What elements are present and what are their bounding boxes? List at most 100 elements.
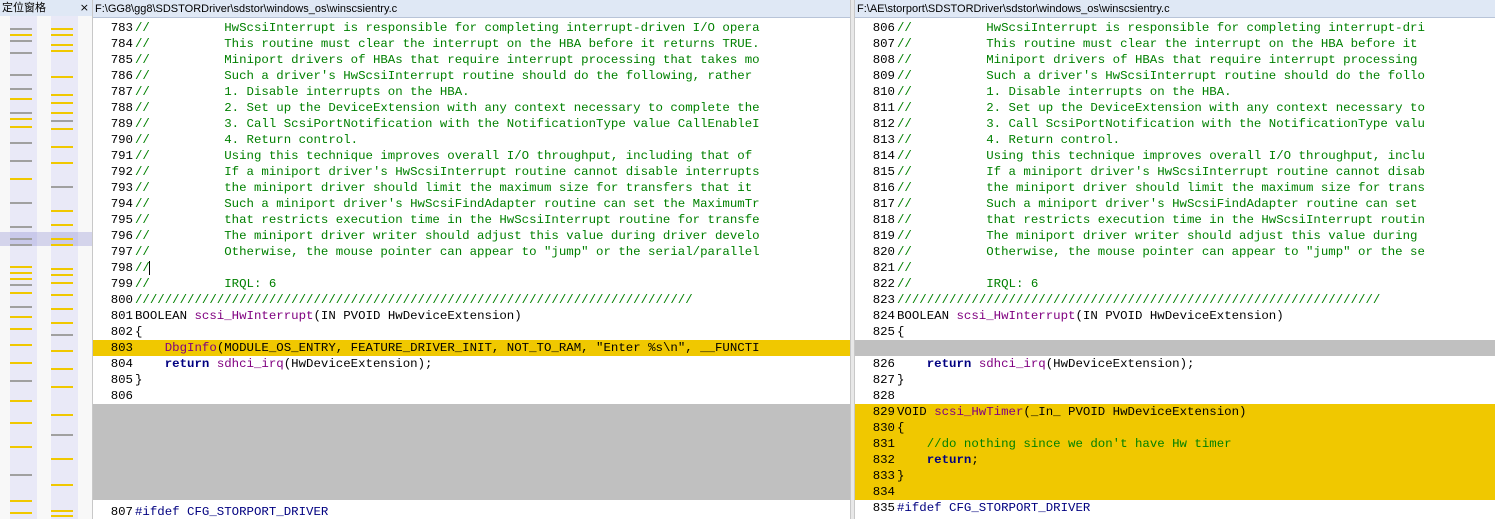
diff-marker[interactable]	[10, 344, 32, 346]
code-line[interactable]: 812// 3. Call ScsiPortNotification with …	[855, 116, 1495, 132]
diff-marker[interactable]	[10, 500, 32, 502]
diff-marker[interactable]	[51, 28, 73, 30]
code-line[interactable]: 819// The miniport driver writer should …	[855, 228, 1495, 244]
code-line[interactable]: 821//	[855, 260, 1495, 276]
code-line[interactable]: 792// If a miniport driver's HwScsiInter…	[93, 164, 850, 180]
diff-marker[interactable]	[51, 146, 73, 148]
code-line[interactable]: 815// If a miniport driver's HwScsiInter…	[855, 164, 1495, 180]
code-line[interactable]: 817// Such a miniport driver's HwScsiFin…	[855, 196, 1495, 212]
code-line[interactable]: 828	[855, 388, 1495, 404]
code-line[interactable]: 813// 4. Return control.	[855, 132, 1495, 148]
diff-marker[interactable]	[10, 512, 32, 514]
code-line[interactable]: 786// Such a driver's HwScsiInterrupt ro…	[93, 68, 850, 84]
diff-marker[interactable]	[51, 322, 73, 324]
code-line[interactable]: 829 VOID scsi_HwTimer(_In_ PVOID HwDevice…	[855, 404, 1495, 420]
diff-marker[interactable]	[51, 268, 73, 270]
diff-marker[interactable]	[51, 282, 73, 284]
code-line[interactable]: 810// 1. Disable interrupts on the HBA.	[855, 84, 1495, 100]
diff-marker[interactable]	[10, 446, 32, 448]
code-line[interactable]: 809// Such a driver's HwScsiInterrupt ro…	[855, 68, 1495, 84]
code-line[interactable]: 784// This routine must clear the interr…	[93, 36, 850, 52]
diff-marker[interactable]	[51, 94, 73, 96]
right-compare-pane[interactable]: F:\AE\storport\SDSTORDriver\sdstor\windo…	[855, 0, 1495, 519]
code-line[interactable]: 800/////////////////////////////////////…	[93, 292, 850, 308]
diff-marker[interactable]	[10, 160, 32, 162]
diff-marker[interactable]	[10, 316, 32, 318]
diff-marker[interactable]	[51, 50, 73, 52]
code-line[interactable]: 799// IRQL: 6	[93, 276, 850, 292]
diff-marker[interactable]	[51, 112, 73, 114]
diff-marker[interactable]	[51, 414, 73, 416]
code-line[interactable]: 801 BOOLEAN scsi_HwInterrupt(IN PVOID HwD…	[93, 308, 850, 324]
diff-marker[interactable]	[10, 272, 32, 274]
code-line[interactable]: 832 return;	[855, 452, 1495, 468]
code-line[interactable]: 814// Using this technique improves over…	[855, 148, 1495, 164]
diff-marker[interactable]	[10, 278, 32, 280]
diff-marker[interactable]	[51, 368, 73, 370]
diff-marker[interactable]	[51, 458, 73, 460]
diff-marker[interactable]	[10, 422, 32, 424]
diff-marker[interactable]	[10, 238, 32, 240]
diff-marker[interactable]	[10, 40, 32, 42]
left-code-view[interactable]: 783// HwScsiInterrupt is responsible for…	[93, 20, 850, 519]
code-line[interactable]: 806	[93, 388, 850, 404]
code-line[interactable]: 795// that restricts execution time in t…	[93, 212, 850, 228]
code-line[interactable]: 807// This routine must clear the interr…	[855, 36, 1495, 52]
diff-marker[interactable]	[10, 112, 32, 114]
diff-marker[interactable]	[51, 484, 73, 486]
right-code-view[interactable]: 806// HwScsiInterrupt is responsible for…	[855, 20, 1495, 516]
diff-marker[interactable]	[10, 380, 32, 382]
diff-marker[interactable]	[10, 292, 32, 294]
code-line[interactable]: 835 #ifdef CFG_STORPORT_DRIVER	[855, 500, 1495, 516]
close-icon[interactable]: ×	[80, 0, 89, 16]
code-line[interactable]: 820// Otherwise, the mouse pointer can a…	[855, 244, 1495, 260]
code-line[interactable]: 802{	[93, 324, 850, 340]
diff-marker[interactable]	[51, 128, 73, 130]
diff-marker[interactable]	[10, 98, 32, 100]
diff-marker[interactable]	[51, 308, 73, 310]
diff-marker[interactable]	[51, 224, 73, 226]
location-pane[interactable]: 定位窗格 ×	[0, 0, 93, 519]
code-line[interactable]	[855, 340, 1495, 356]
diff-marker[interactable]	[51, 44, 73, 46]
diff-marker[interactable]	[51, 510, 73, 512]
code-line[interactable]: 830{	[855, 420, 1495, 436]
diff-marker[interactable]	[51, 294, 73, 296]
diff-marker[interactable]	[10, 306, 32, 308]
code-line[interactable]: 797// Otherwise, the mouse pointer can a…	[93, 244, 850, 260]
diff-marker[interactable]	[51, 350, 73, 352]
diff-marker[interactable]	[51, 120, 73, 122]
diff-marker[interactable]	[51, 334, 73, 336]
code-line[interactable]: 818// that restricts execution time in t…	[855, 212, 1495, 228]
code-line[interactable]: 825{	[855, 324, 1495, 340]
diff-marker[interactable]	[10, 266, 32, 268]
code-line[interactable]: 827}	[855, 372, 1495, 388]
code-line[interactable]: 816// the miniport driver should limit t…	[855, 180, 1495, 196]
diff-marker[interactable]	[10, 284, 32, 286]
diff-marker[interactable]	[10, 34, 32, 36]
diff-marker[interactable]	[51, 386, 73, 388]
code-line[interactable]: 783// HwScsiInterrupt is responsible for…	[93, 20, 850, 36]
diff-marker[interactable]	[51, 76, 73, 78]
code-line[interactable]: 824 BOOLEAN scsi_HwInterrupt(IN PVOID HwD…	[855, 308, 1495, 324]
code-line[interactable]: 811// 2. Set up the DeviceExtension with…	[855, 100, 1495, 116]
diff-marker[interactable]	[51, 210, 73, 212]
diff-marker[interactable]	[51, 162, 73, 164]
diff-marker[interactable]	[10, 178, 32, 180]
diff-marker[interactable]	[51, 515, 73, 517]
code-line[interactable]: 791// Using this technique improves over…	[93, 148, 850, 164]
diff-marker[interactable]	[51, 274, 73, 276]
code-line[interactable]: 790// 4. Return control.	[93, 132, 850, 148]
code-line[interactable]: 806// HwScsiInterrupt is responsible for…	[855, 20, 1495, 36]
code-line[interactable]: 808// Miniport drivers of HBAs that requ…	[855, 52, 1495, 68]
location-pane-overview[interactable]	[0, 16, 92, 519]
diff-marker[interactable]	[10, 126, 32, 128]
diff-marker[interactable]	[10, 400, 32, 402]
diff-marker[interactable]	[51, 238, 73, 240]
diff-marker[interactable]	[51, 34, 73, 36]
code-line[interactable]: 793// the miniport driver should limit t…	[93, 180, 850, 196]
code-line[interactable]: 823/////////////////////////////////////…	[855, 292, 1495, 308]
code-line[interactable]: 796// The miniport driver writer should …	[93, 228, 850, 244]
left-compare-pane[interactable]: F:\GG8\gg8\SDSTORDriver\sdstor\windows_o…	[93, 0, 850, 519]
diff-marker[interactable]	[10, 244, 32, 246]
